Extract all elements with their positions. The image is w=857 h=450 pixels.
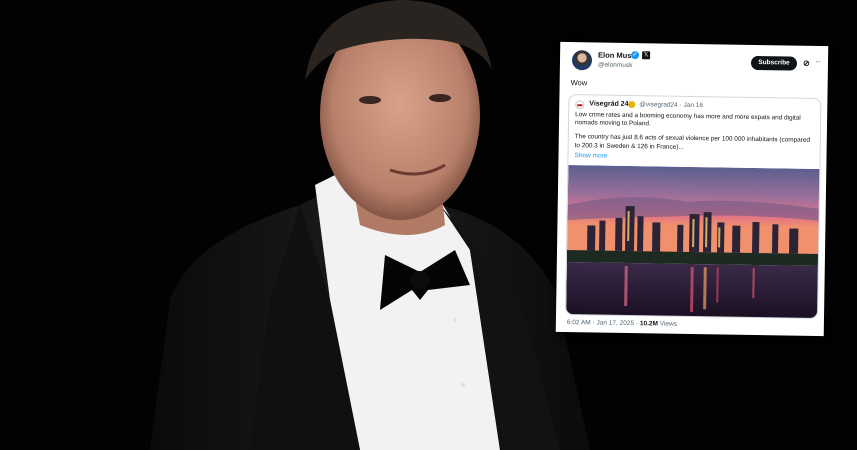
tweet-text: Wow	[570, 78, 588, 88]
gold-verified-icon	[628, 100, 636, 109]
show-more-link[interactable]: Show more	[568, 152, 819, 163]
verified-icon: ✓	[631, 51, 640, 60]
quoted-paragraph-2: The country has just 8.6 acts of sexual …	[574, 133, 810, 151]
quoted-tweet-text: Low crime rates and a booming economy ha…	[569, 111, 821, 154]
views-count: 10.2M	[639, 320, 659, 328]
more-icon[interactable]: ···	[815, 57, 820, 66]
views-label: Views	[659, 320, 678, 328]
tweet-timestamp[interactable]: 6:02 AM · Jan 17, 2025 ·	[567, 319, 638, 327]
quoted-tweet[interactable]: Visegrád 24 @visegrad24 · Jan 16 Low cri…	[565, 94, 822, 319]
tweet-meta: 6:02 AM · Jan 17, 2025 · 10.2M Views	[567, 319, 816, 330]
tweet-card: Elon Musk ✓ 𝕏 @elonmusk Subscribe ⊘ ··· …	[555, 41, 829, 337]
avatar[interactable]	[571, 50, 593, 71]
subscribe-button[interactable]: Subscribe	[750, 55, 798, 71]
x-badge-icon: 𝕏	[642, 51, 651, 60]
quoted-author-name: Visegrád 24	[589, 100, 629, 108]
author-handle[interactable]: @elonmusk	[598, 62, 633, 70]
quoted-avatar	[575, 100, 585, 110]
quoted-handle-date: @visegrad24 · Jan 16	[639, 101, 704, 110]
tweet-header: Elon Musk ✓ 𝕏 @elonmusk Subscribe ⊘ ···	[569, 48, 820, 78]
author-name[interactable]: Elon Musk	[598, 51, 636, 61]
city-skyline-image[interactable]	[565, 165, 822, 319]
grok-icon[interactable]: ⊘	[803, 59, 810, 68]
